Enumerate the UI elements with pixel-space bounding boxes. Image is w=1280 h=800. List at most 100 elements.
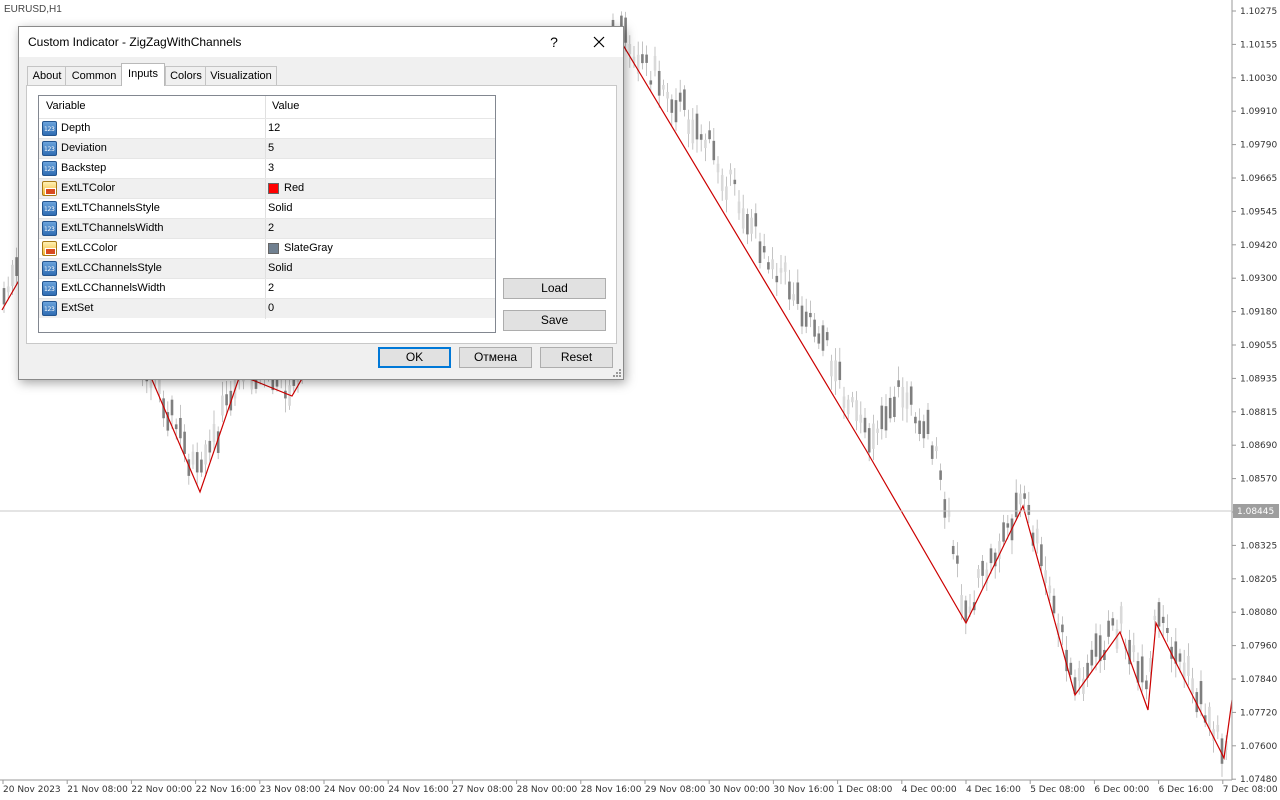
column-header-value[interactable]: Value (272, 100, 299, 112)
close-button[interactable] (582, 30, 616, 54)
candle-body (926, 409, 930, 434)
candle-body (821, 325, 825, 351)
time-tick-label: 29 Nov 08:00 (645, 785, 706, 795)
dialog-titlebar[interactable]: Custom Indicator - ZigZagWithChannels ? (19, 27, 623, 57)
candle-body (1006, 523, 1010, 528)
number-type-icon: 123 (42, 281, 57, 296)
resize-grip-icon[interactable] (612, 368, 622, 378)
candle-body (716, 163, 720, 173)
candle-body (733, 179, 737, 185)
custom-indicator-dialog: Custom Indicator - ZigZagWithChannels ? … (18, 26, 624, 380)
number-type-icon: 123 (42, 121, 57, 136)
candle-body (754, 213, 758, 227)
time-tick-label: 24 Nov 16:00 (388, 785, 449, 795)
price-tick-label: 1.08080 (1240, 608, 1277, 618)
tab-visualization[interactable]: Visualization (205, 66, 277, 85)
candle-body (897, 380, 900, 387)
candle-body (918, 420, 921, 434)
grid-row-extlcchannelsstyle[interactable]: 123 ExtLCChannelsStyle Solid (39, 258, 495, 279)
candle-body (880, 405, 884, 430)
price-tick-label: 1.09545 (1240, 207, 1277, 217)
dialog-title: Custom Indicator - ZigZagWithChannels (28, 35, 242, 49)
price-tick-label: 1.09055 (1240, 341, 1277, 351)
save-button[interactable]: Save (503, 310, 606, 331)
candle-body (981, 560, 984, 576)
variable-value[interactable]: 12 (268, 122, 280, 134)
candle-body (225, 394, 228, 406)
candle-body (1090, 649, 1094, 666)
variable-value[interactable]: SlateGray (268, 242, 333, 254)
number-type-icon: 123 (42, 141, 57, 156)
variable-name: ExtLCChannelsWidth (61, 282, 166, 294)
candle-body (1107, 620, 1110, 637)
candle-body (662, 84, 665, 90)
column-header-variable[interactable]: Variable (46, 100, 86, 112)
help-button[interactable]: ? (537, 30, 571, 54)
candle-body (695, 113, 699, 140)
grid-row-deviation[interactable]: 123 Deviation 5 (39, 138, 495, 159)
variable-value[interactable]: 2 (268, 222, 274, 234)
candle-body (712, 140, 716, 161)
grid-row-extlccolor[interactable]: ExtLCColor SlateGray (39, 238, 495, 259)
candle-body (909, 386, 913, 405)
candle-body (221, 395, 224, 416)
tab-inputs[interactable]: Inputs (121, 63, 165, 86)
price-tick-label: 1.09665 (1240, 174, 1277, 184)
price-tick-label: 1.08205 (1240, 575, 1277, 585)
grid-row-extset[interactable]: 123 ExtSet 0 (39, 298, 495, 319)
color-swatch (268, 242, 279, 254)
variable-value[interactable]: Solid (268, 262, 292, 274)
current-price-label: 1.08445 (1237, 507, 1274, 517)
number-type-icon: 123 (42, 201, 57, 216)
value-text: 2 (268, 282, 275, 294)
value-text: SlateGray (284, 242, 333, 254)
grid-row-extltcolor[interactable]: ExtLTColor Red (39, 178, 495, 199)
candle-body (737, 201, 741, 214)
tab-colors[interactable]: Colors (165, 66, 207, 85)
tab-common[interactable]: Common (65, 66, 123, 85)
candle-body (775, 275, 779, 283)
candle-body (670, 99, 674, 113)
candle-body (1140, 656, 1144, 683)
candle-body (195, 452, 199, 473)
candle-body (624, 17, 627, 43)
candle-body (1145, 680, 1148, 690)
time-tick-label: 6 Dec 00:00 (1094, 785, 1149, 795)
grid-header: Variable Value (39, 96, 495, 118)
cancel-button[interactable]: Отмена (459, 347, 532, 368)
tab-about[interactable]: About (27, 66, 67, 85)
candle-body (1040, 544, 1043, 567)
reset-button[interactable]: Reset (540, 347, 613, 368)
price-tick-label: 1.07960 (1240, 642, 1277, 652)
candle-body (284, 390, 287, 399)
grid-row-depth[interactable]: 123 Depth 12 (39, 118, 495, 139)
variable-value[interactable]: Red (268, 182, 304, 194)
time-tick-label: 27 Nov 08:00 (452, 785, 513, 795)
load-button[interactable]: Load (503, 278, 606, 299)
candle-body (1002, 522, 1005, 542)
color-type-icon (42, 181, 57, 196)
grid-row-backstep[interactable]: 123 Backstep 3 (39, 158, 495, 179)
candle-body (804, 311, 808, 327)
candle-body (830, 360, 833, 377)
variable-name: ExtLTChannelsWidth (61, 222, 164, 234)
variable-value[interactable]: 2 (268, 282, 274, 294)
candle-body (1178, 653, 1182, 662)
candle-body (750, 217, 753, 234)
variable-value[interactable]: 3 (268, 162, 274, 174)
time-tick-label: 4 Dec 00:00 (902, 785, 957, 795)
grid-row-extltchannelswidth[interactable]: 123 ExtLTChannelsWidth 2 (39, 218, 495, 239)
variable-value[interactable]: 5 (268, 142, 274, 154)
grid-row-extlcchannelswidth[interactable]: 123 ExtLCChannelsWidth 2 (39, 278, 495, 299)
ok-button[interactable]: OK (378, 347, 451, 368)
variable-value[interactable]: 0 (268, 302, 274, 314)
current-price-tag: 1.08445 (1233, 504, 1279, 518)
color-type-icon (42, 241, 57, 256)
variable-name: ExtLTColor (61, 182, 116, 194)
time-tick-label: 5 Dec 08:00 (1030, 785, 1085, 795)
variable-name: Depth (61, 122, 91, 134)
grid-row-extltchannelsstyle[interactable]: 123 ExtLTChannelsStyle Solid (39, 198, 495, 219)
variable-value[interactable]: Solid (268, 202, 292, 214)
candle-body (838, 361, 842, 381)
candle-body (204, 444, 207, 465)
